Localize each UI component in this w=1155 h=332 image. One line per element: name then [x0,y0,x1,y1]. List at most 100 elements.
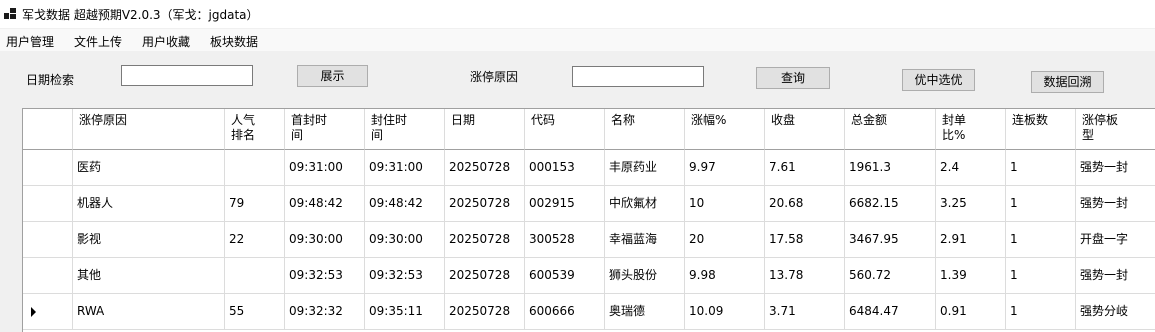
cell-popularity-rank[interactable]: 55 [225,294,285,330]
cell-consecutive-boards[interactable]: 1 [1006,294,1076,330]
row-header-cell[interactable] [23,186,73,222]
menu-sector-data[interactable]: 板块数据 [210,33,258,50]
cell-change-pct[interactable]: 10 [685,186,765,222]
cell-seal-time[interactable]: 09:32:53 [365,258,445,294]
column-header-board-type[interactable]: 涨停板 型 [1076,109,1155,150]
table-row[interactable]: 医药 09:31:00 09:31:00 20250728 000153 丰原药业 9.97… [23,150,1155,186]
cell-total-amount[interactable]: 3467.95 [845,222,936,258]
cell-popularity-rank[interactable]: 22 [225,222,285,258]
cell-change-pct[interactable]: 9.97 [685,150,765,186]
data-backtest-button[interactable]: 数据回溯 [1031,71,1104,93]
cell-board-type[interactable]: 开盘一字 [1076,222,1155,258]
cell-limit-reason[interactable]: RWA [73,294,225,330]
show-button[interactable]: 展示 [297,65,368,87]
cell-change-pct[interactable]: 9.98 [685,258,765,294]
row-header-cell[interactable] [23,222,73,258]
column-header-close[interactable]: 收盘 [765,109,845,150]
limit-reason-input[interactable] [572,66,704,87]
cell-first-seal-time[interactable]: 09:32:32 [285,294,365,330]
cell-board-type[interactable]: 强势一封 [1076,258,1155,294]
column-header-first-seal-time[interactable]: 首封时 间 [285,109,365,150]
column-header-name[interactable]: 名称 [605,109,685,150]
row-header-cell[interactable] [23,150,73,186]
pick-best-button[interactable]: 优中选优 [902,69,975,91]
menu-file-upload[interactable]: 文件上传 [74,33,122,50]
cell-seal-ratio[interactable]: 0.91 [936,294,1006,330]
cell-first-seal-time[interactable]: 09:32:53 [285,258,365,294]
cell-name[interactable]: 中欣氟材 [605,186,685,222]
cell-seal-time[interactable]: 09:31:00 [365,150,445,186]
cell-seal-ratio[interactable]: 2.91 [936,222,1006,258]
cell-name[interactable]: 狮头股份 [605,258,685,294]
column-header-date[interactable]: 日期 [445,109,525,150]
table-row[interactable]: RWA 55 09:32:32 09:35:11 20250728 600666 奥瑞德 10… [23,294,1155,330]
cell-date[interactable]: 20250728 [445,150,525,186]
cell-popularity-rank[interactable] [225,150,285,186]
cell-date[interactable]: 20250728 [445,294,525,330]
cell-date[interactable]: 20250728 [445,258,525,294]
cell-consecutive-boards[interactable]: 1 [1006,150,1076,186]
cell-name[interactable]: 幸福蓝海 [605,222,685,258]
cell-first-seal-time[interactable]: 09:31:00 [285,150,365,186]
cell-board-type[interactable]: 强势一封 [1076,186,1155,222]
cell-consecutive-boards[interactable]: 1 [1006,222,1076,258]
cell-consecutive-boards[interactable]: 1 [1006,258,1076,294]
cell-limit-reason[interactable]: 其他 [73,258,225,294]
column-header-consecutive-boards[interactable]: 连板数 [1006,109,1076,150]
cell-total-amount[interactable]: 6682.15 [845,186,936,222]
table-row[interactable]: 影视 22 09:30:00 09:30:00 20250728 300528 幸福蓝海 20… [23,222,1155,258]
cell-code[interactable]: 002915 [525,186,605,222]
column-header-popularity-rank[interactable]: 人气 排名 [225,109,285,150]
cell-consecutive-boards[interactable]: 1 [1006,186,1076,222]
column-header-seal-ratio[interactable]: 封单 比% [936,109,1006,150]
cell-date[interactable]: 20250728 [445,222,525,258]
cell-popularity-rank[interactable]: 79 [225,186,285,222]
cell-limit-reason[interactable]: 机器人 [73,186,225,222]
query-button[interactable]: 查询 [756,67,830,89]
cell-total-amount[interactable]: 1961.3 [845,150,936,186]
row-header-cell[interactable] [23,258,73,294]
cell-close[interactable]: 3.71 [765,294,845,330]
cell-close[interactable]: 17.58 [765,222,845,258]
cell-board-type[interactable]: 强势一封 [1076,150,1155,186]
cell-close[interactable]: 13.78 [765,258,845,294]
menu-user-favorites[interactable]: 用户收藏 [142,33,190,50]
date-search-input[interactable] [121,65,253,86]
cell-date[interactable]: 20250728 [445,186,525,222]
header-corner-cell [23,109,73,150]
cell-board-type[interactable]: 强势分岐 [1076,294,1155,330]
cell-name[interactable]: 丰原药业 [605,150,685,186]
cell-close[interactable]: 7.61 [765,150,845,186]
cell-code[interactable]: 300528 [525,222,605,258]
cell-code[interactable]: 000153 [525,150,605,186]
cell-first-seal-time[interactable]: 09:30:00 [285,222,365,258]
column-header-limit-reason[interactable]: 涨停原因 [73,109,225,150]
cell-seal-ratio[interactable]: 1.39 [936,258,1006,294]
cell-total-amount[interactable]: 560.72 [845,258,936,294]
column-header-total-amount[interactable]: 总金额 [845,109,936,150]
cell-seal-time[interactable]: 09:35:11 [365,294,445,330]
column-header-seal-time[interactable]: 封住时 间 [365,109,445,150]
menu-user-management[interactable]: 用户管理 [6,33,54,50]
cell-limit-reason[interactable]: 医药 [73,150,225,186]
row-header-cell[interactable] [23,294,73,330]
cell-name[interactable]: 奥瑞德 [605,294,685,330]
cell-code[interactable]: 600666 [525,294,605,330]
column-header-code[interactable]: 代码 [525,109,605,150]
cell-seal-time[interactable]: 09:30:00 [365,222,445,258]
cell-popularity-rank[interactable] [225,258,285,294]
cell-change-pct[interactable]: 20 [685,222,765,258]
limit-up-table[interactable]: 涨停原因 人气 排名 首封时 间封住时 间日期 代码 名称 涨幅% 收盘 总金额 封单 比% 连板… [22,108,1155,332]
cell-seal-ratio[interactable]: 3.25 [936,186,1006,222]
table-row[interactable]: 其他 09:32:53 09:32:53 20250728 600539 狮头股份 9.98… [23,258,1155,294]
cell-total-amount[interactable]: 6484.47 [845,294,936,330]
cell-close[interactable]: 20.68 [765,186,845,222]
cell-change-pct[interactable]: 10.09 [685,294,765,330]
table-row[interactable]: 机器人 79 09:48:42 09:48:42 20250728 002915 中欣氟材 1… [23,186,1155,222]
cell-limit-reason[interactable]: 影视 [73,222,225,258]
cell-seal-ratio[interactable]: 2.4 [936,150,1006,186]
column-header-change-pct[interactable]: 涨幅% [685,109,765,150]
cell-code[interactable]: 600539 [525,258,605,294]
cell-seal-time[interactable]: 09:48:42 [365,186,445,222]
cell-first-seal-time[interactable]: 09:48:42 [285,186,365,222]
